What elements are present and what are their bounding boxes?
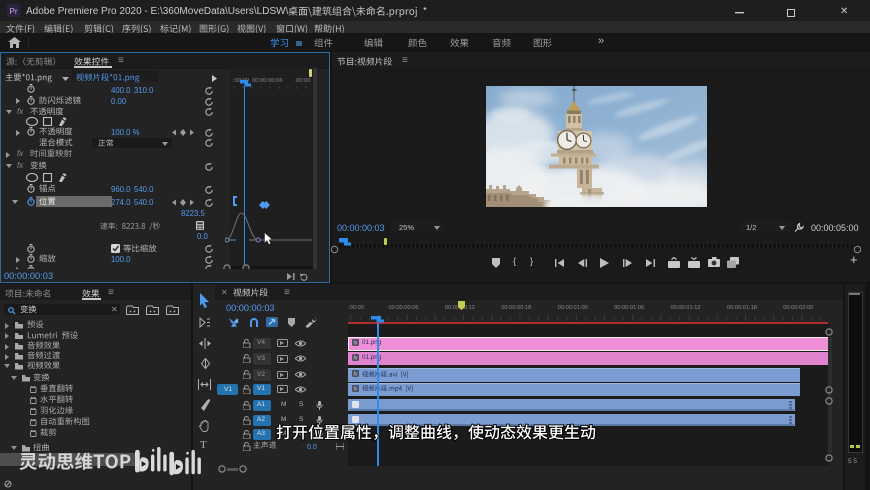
svg-text:fx: fx bbox=[354, 341, 358, 346]
svg-text:fx: fx bbox=[354, 387, 358, 392]
svg-text:fx: fx bbox=[354, 372, 358, 377]
svg-text:fx: fx bbox=[354, 356, 358, 361]
svg-text:Pr: Pr bbox=[10, 7, 18, 16]
